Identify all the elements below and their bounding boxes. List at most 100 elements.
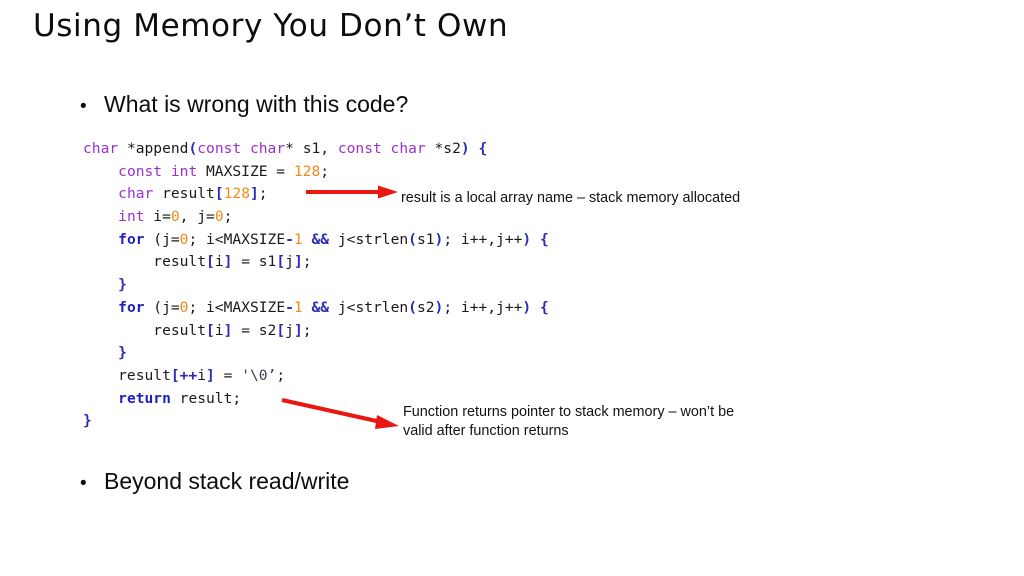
code-token: { (531, 298, 549, 316)
code-token: ] (206, 366, 215, 384)
code-token: ( (408, 298, 417, 316)
code-line: } (83, 274, 549, 297)
code-token: j (285, 321, 294, 339)
page-title: Using Memory You Don’t Own (33, 8, 509, 44)
code-token: [ (206, 253, 215, 271)
code-token: MAXSIZE = (197, 162, 294, 180)
code-token: { (469, 140, 488, 157)
code-token: i (214, 321, 224, 339)
code-token: i (214, 253, 224, 271)
code-token: 1 (293, 298, 303, 316)
code-token: - (285, 230, 294, 248)
code-token: ; i<MAXSIZE (188, 230, 286, 248)
code-token: = (214, 366, 242, 384)
code-token: const int (118, 162, 198, 180)
code-token: 128 (223, 185, 250, 203)
code-token: ++ (179, 366, 198, 384)
code-token: 128 (293, 162, 321, 180)
code-token: (j= (144, 230, 180, 248)
code-line: int i=0, j=0; (83, 206, 549, 229)
code-token: (j= (144, 298, 180, 316)
code-token: char (118, 185, 154, 203)
code-line: result[i] = s1[j]; (83, 251, 549, 274)
code-token: '\0’ (241, 366, 277, 384)
code-token: ( (408, 230, 417, 248)
arrow-right-icon (306, 185, 398, 199)
code-token: ; (258, 185, 268, 203)
code-token: = s1 (232, 253, 277, 271)
code-line: } (83, 342, 549, 365)
code-token: *s2 (425, 140, 461, 157)
code-line: const int MAXSIZE = 128; (83, 161, 549, 184)
code-token: result (83, 366, 171, 384)
annotation-local-array: result is a local array name – stack mem… (401, 190, 741, 206)
code-token: ( (188, 140, 198, 157)
annotation-returns-pointer: Function returns pointer to stack memory… (403, 403, 833, 441)
code-token: for (118, 230, 145, 248)
code-token: ; (302, 321, 312, 339)
code-token: result; (170, 389, 242, 407)
code-token: i (197, 366, 207, 384)
code-line: for (j=0; i<MAXSIZE-1 && j<strlen(s2); i… (83, 297, 549, 320)
code-line: char *append(const char* s1, const char … (83, 138, 549, 161)
code-token: return (118, 389, 171, 407)
code-token: ; (223, 208, 233, 226)
code-token: ; i<MAXSIZE (188, 298, 286, 316)
slide: Using Memory You Don’t Own • What is wro… (0, 0, 1024, 576)
code-token: ; i++,j++ (443, 298, 523, 316)
bullet-label: Beyond stack read/write (104, 468, 350, 494)
code-line: for (j=0; i<MAXSIZE-1 && j<strlen(s1); i… (83, 229, 549, 252)
code-token: - (285, 298, 294, 316)
bullet-label: What is wrong with this code? (104, 91, 409, 117)
bullet-beyond-stack: • Beyond stack read/write (80, 468, 349, 495)
code-token: { (531, 230, 549, 248)
annotation-returns-pointer-line2: valid after function returns (403, 423, 569, 439)
code-token: ; i++,j++ (443, 230, 523, 248)
code-token: } (118, 344, 127, 362)
code-token: } (118, 276, 127, 294)
code-token: ) (522, 230, 532, 248)
code-token: ) (522, 298, 532, 316)
code-token: [ (206, 321, 215, 339)
code-token: s1 (416, 230, 435, 248)
code-token: i= (144, 208, 171, 226)
code-token: [ (170, 366, 180, 384)
code-token: * s1, (285, 140, 338, 157)
code-token: ; (320, 162, 330, 180)
code-block: char *append(const char* s1, const char … (83, 138, 549, 433)
code-token: result (83, 321, 207, 339)
code-line: result[i] = s2[j]; (83, 320, 549, 343)
code-token: j<strlen (329, 230, 409, 248)
code-token: 0 (170, 208, 180, 226)
code-token: ; (276, 366, 286, 384)
bullet-marker-icon: • (80, 473, 87, 494)
code-token: ] (293, 253, 303, 271)
code-token: [ (276, 253, 286, 271)
code-token: ] (293, 321, 303, 339)
bullet-what-is-wrong: • What is wrong with this code? (80, 91, 408, 118)
code-token: for (118, 298, 145, 316)
code-token: const char (197, 140, 286, 157)
arrow-down-right-icon (281, 398, 399, 429)
code-token: ; (302, 253, 312, 271)
code-token: int (118, 208, 145, 226)
code-token: } (83, 412, 92, 430)
code-token: [ (276, 321, 286, 339)
code-line: result[++i] = '\0’; (83, 365, 549, 388)
code-token: result (83, 253, 207, 271)
code-token: *append (118, 140, 189, 157)
code-token: j (285, 253, 294, 271)
code-token: && (311, 298, 330, 316)
code-token: 1 (293, 230, 303, 248)
code-token: , j= (179, 208, 215, 226)
code-token: const char (337, 140, 426, 157)
annotation-returns-pointer-line1: Function returns pointer to stack memory… (403, 404, 735, 420)
code-token: char (83, 140, 119, 157)
